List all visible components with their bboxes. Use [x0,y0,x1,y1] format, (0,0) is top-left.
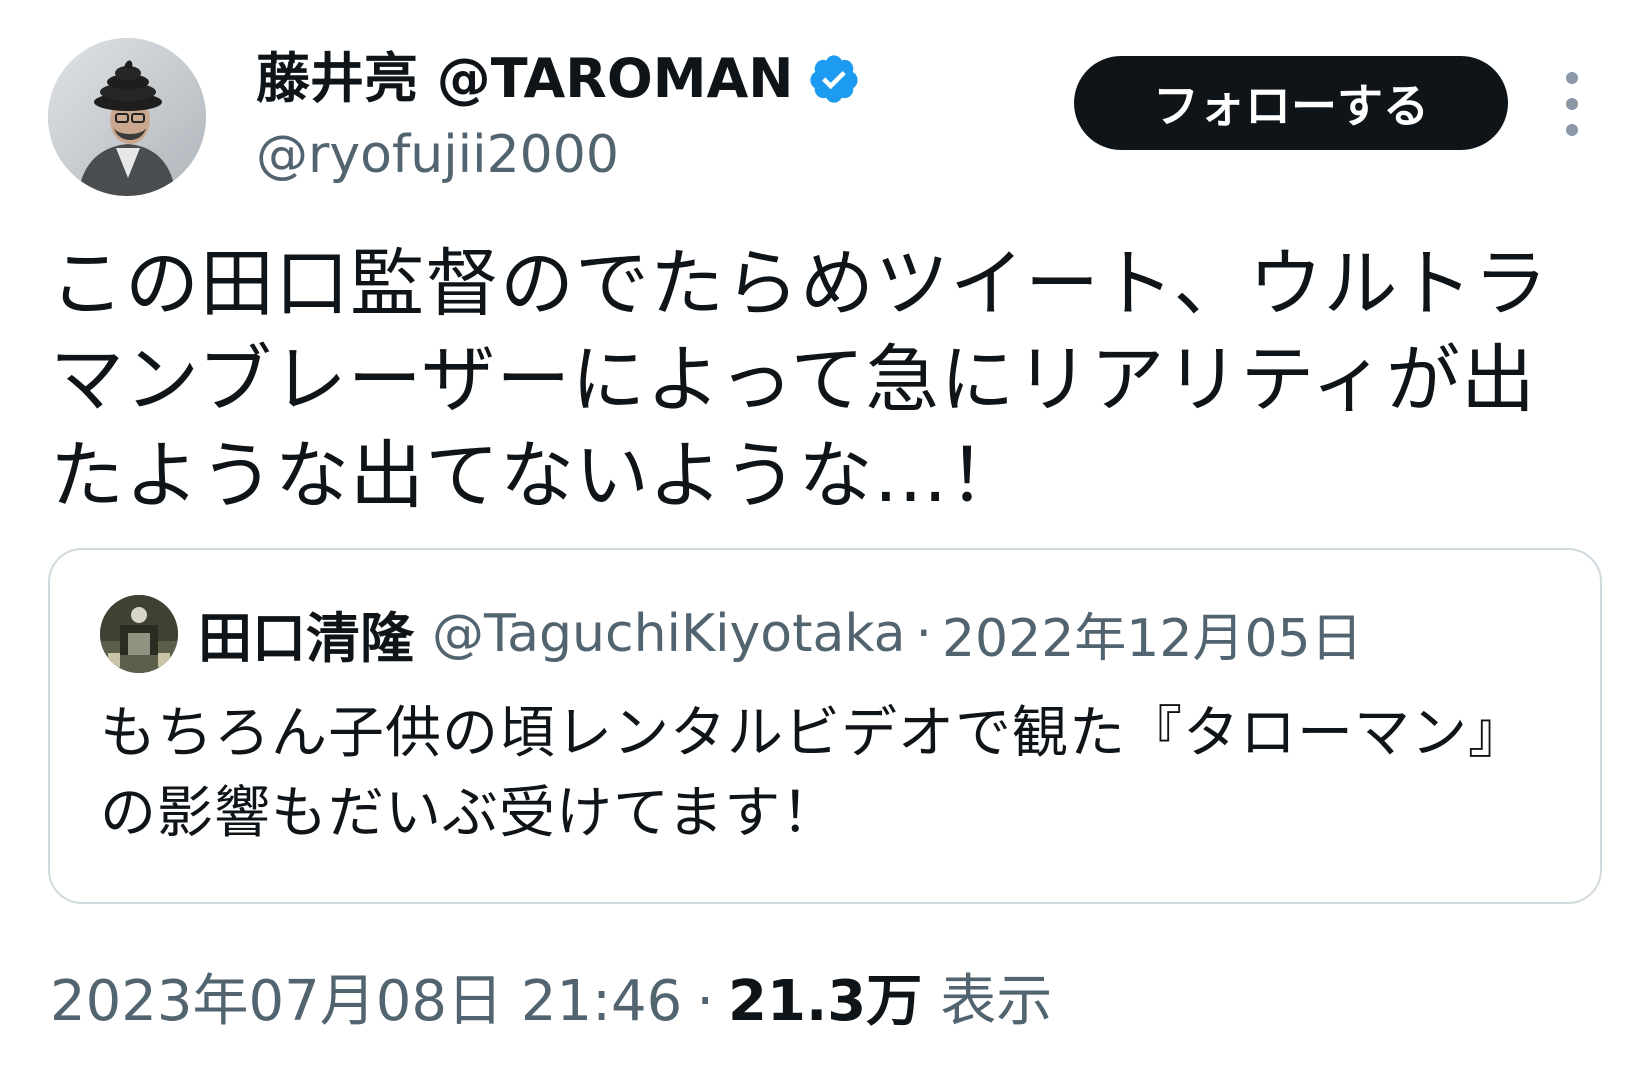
tweet-meta: 2023年07月08日 21:46 · 21.3万 表示 [50,962,1052,1042]
quoted-tweet-card[interactable]: 田口清隆 @TaguchiKiyotaka · 2022年12月05日 もちろん… [48,548,1602,904]
more-dot [1566,124,1578,136]
views-count: 21.3万 [728,969,923,1034]
quoted-author-handle[interactable]: @TaguchiKiyotaka [432,604,905,664]
author-avatar[interactable] [48,38,206,196]
quoted-tweet-date: 2022年12月05日 [941,609,1363,669]
more-dot [1566,72,1578,84]
verified-badge-icon [807,52,861,106]
tweet-text: この田口監督のでたらめツイート、ウルトラマンブレーザーによって急にリアリティが出… [50,241,1549,519]
follow-button[interactable]: フォローする [1074,56,1508,150]
quoted-author-name[interactable]: 田口清隆 [198,594,414,673]
quoted-tweet-text: もちろん子供の頃レンタルビデオで観た『タローマン』の影響もだいぶ受けてます！ [100,701,1525,846]
tweet-timestamp[interactable]: 2023年07月08日 21:46 [50,962,682,1042]
author-handle[interactable]: @ryofujii2000 [256,120,619,190]
views-label: 表示 [940,969,1053,1034]
more-dot [1566,98,1578,110]
meta-separator: · [696,969,715,1034]
quoted-tweet-header: 田口清隆 @TaguchiKiyotaka · 2022年12月05日 [100,594,1363,673]
quoted-author-avatar[interactable] [100,594,178,673]
author-display-name-row[interactable]: 藤井亮 @TAROMAN [256,44,861,114]
quoted-separator: · [915,603,932,664]
more-vertical-icon[interactable] [1552,72,1592,136]
author-display-name[interactable]: 藤井亮 @TAROMAN [256,44,793,114]
